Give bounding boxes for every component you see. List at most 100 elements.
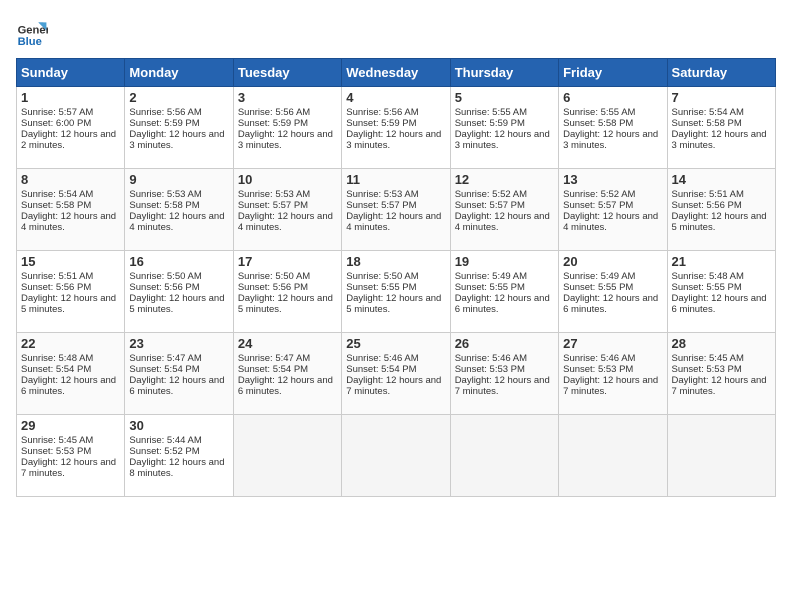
sunset-text: Sunset: 5:57 PM — [238, 200, 308, 211]
sunrise-text: Sunrise: 5:47 AM — [129, 353, 201, 364]
sunrise-text: Sunrise: 5:46 AM — [455, 353, 527, 364]
header: General Blue — [16, 16, 776, 48]
sunset-text: Sunset: 5:59 PM — [238, 118, 308, 129]
calendar-cell: 13Sunrise: 5:52 AMSunset: 5:57 PMDayligh… — [559, 169, 667, 251]
day-number: 5 — [455, 90, 554, 105]
sunset-text: Sunset: 5:54 PM — [346, 364, 416, 375]
svg-text:Blue: Blue — [18, 36, 42, 48]
calendar-cell: 4Sunrise: 5:56 AMSunset: 5:59 PMDaylight… — [342, 87, 450, 169]
sunset-text: Sunset: 5:59 PM — [129, 118, 199, 129]
sunrise-text: Sunrise: 5:50 AM — [129, 271, 201, 282]
header-friday: Friday — [559, 59, 667, 87]
calendar-cell: 26Sunrise: 5:46 AMSunset: 5:53 PMDayligh… — [450, 333, 558, 415]
sunset-text: Sunset: 5:59 PM — [455, 118, 525, 129]
calendar-cell: 27Sunrise: 5:46 AMSunset: 5:53 PMDayligh… — [559, 333, 667, 415]
day-number: 17 — [238, 254, 337, 269]
calendar-cell: 30 Sunrise: 5:44 AMSunset: 5:52 PMDayligh… — [125, 415, 233, 497]
sunrise-text: Sunrise: 5:53 AM — [346, 189, 418, 200]
sunset-text: Sunset: 5:58 PM — [129, 200, 199, 211]
daylight-text: Daylight: 12 hours and 2 minutes. — [21, 129, 116, 151]
sunrise-text: Sunrise: 5:45 AM — [672, 353, 744, 364]
day-number: 30 — [129, 418, 228, 433]
calendar-cell: 18Sunrise: 5:50 AMSunset: 5:55 PMDayligh… — [342, 251, 450, 333]
calendar-cell: 24Sunrise: 5:47 AMSunset: 5:54 PMDayligh… — [233, 333, 341, 415]
sunrise-text: Sunrise: 5:55 AM — [455, 107, 527, 118]
sunset-text: Sunset: 5:54 PM — [129, 364, 199, 375]
calendar-cell: 16Sunrise: 5:50 AMSunset: 5:56 PMDayligh… — [125, 251, 233, 333]
daylight-text: Daylight: 12 hours and 6 minutes. — [455, 293, 550, 315]
daylight-text: Daylight: 12 hours and 4 minutes. — [346, 211, 441, 233]
sunrise-text: Sunrise: 5:47 AM — [238, 353, 310, 364]
calendar-week-4: 22Sunrise: 5:48 AMSunset: 5:54 PMDayligh… — [17, 333, 776, 415]
day-number: 8 — [21, 172, 120, 187]
daylight-text: Daylight: 12 hours and 4 minutes. — [21, 211, 116, 233]
header-saturday: Saturday — [667, 59, 775, 87]
logo: General Blue — [16, 16, 48, 48]
day-number: 6 — [563, 90, 662, 105]
calendar-cell: 14Sunrise: 5:51 AMSunset: 5:56 PMDayligh… — [667, 169, 775, 251]
sunset-text: Sunset: 5:56 PM — [129, 282, 199, 293]
sunset-text: Sunset: 5:58 PM — [563, 118, 633, 129]
sunrise-text: Sunrise: 5:56 AM — [346, 107, 418, 118]
sunset-text: Sunset: 5:55 PM — [455, 282, 525, 293]
day-number: 27 — [563, 336, 662, 351]
sunrise-text: Sunrise: 5:52 AM — [563, 189, 635, 200]
calendar-week-5: 29Sunrise: 5:45 AMSunset: 5:53 PMDayligh… — [17, 415, 776, 497]
daylight-text: Daylight: 12 hours and 4 minutes. — [455, 211, 550, 233]
daylight-text: Daylight: 12 hours and 7 minutes. — [21, 457, 116, 479]
sunrise-text: Sunrise: 5:52 AM — [455, 189, 527, 200]
sunrise-text: Sunrise: 5:49 AM — [563, 271, 635, 282]
calendar-cell: 11Sunrise: 5:53 AMSunset: 5:57 PMDayligh… — [342, 169, 450, 251]
sunset-text: Sunset: 5:57 PM — [563, 200, 633, 211]
sunset-text: Sunset: 5:53 PM — [563, 364, 633, 375]
sunset-text: Sunset: 5:53 PM — [21, 446, 91, 457]
calendar-cell: 2Sunrise: 5:56 AMSunset: 5:59 PMDaylight… — [125, 87, 233, 169]
calendar-cell: 23 Sunrise: 5:47 AMSunset: 5:54 PMDayligh… — [125, 333, 233, 415]
daylight-text: Daylight: 12 hours and 7 minutes. — [455, 375, 550, 397]
calendar-cell: 17Sunrise: 5:50 AMSunset: 5:56 PMDayligh… — [233, 251, 341, 333]
calendar-cell — [667, 415, 775, 497]
sunset-text: Sunset: 5:52 PM — [129, 446, 199, 457]
sunrise-text: Sunrise: 5:44 AM — [129, 435, 201, 446]
daylight-text: Daylight: 12 hours and 7 minutes. — [563, 375, 658, 397]
day-number: 16 — [129, 254, 228, 269]
sunset-text: Sunset: 5:58 PM — [672, 118, 742, 129]
sunset-text: Sunset: 6:00 PM — [21, 118, 91, 129]
daylight-text: Daylight: 12 hours and 8 minutes. — [129, 457, 224, 479]
day-number: 25 — [346, 336, 445, 351]
calendar-cell — [450, 415, 558, 497]
sunrise-text: Sunrise: 5:48 AM — [672, 271, 744, 282]
sunset-text: Sunset: 5:57 PM — [455, 200, 525, 211]
daylight-text: Daylight: 12 hours and 3 minutes. — [238, 129, 333, 151]
logo-icon: General Blue — [16, 16, 48, 48]
calendar-cell: 28Sunrise: 5:45 AMSunset: 5:53 PMDayligh… — [667, 333, 775, 415]
sunset-text: Sunset: 5:56 PM — [21, 282, 91, 293]
header-tuesday: Tuesday — [233, 59, 341, 87]
calendar-cell — [342, 415, 450, 497]
day-number: 7 — [672, 90, 771, 105]
sunrise-text: Sunrise: 5:46 AM — [346, 353, 418, 364]
day-number: 26 — [455, 336, 554, 351]
sunrise-text: Sunrise: 5:56 AM — [238, 107, 310, 118]
calendar-week-3: 15Sunrise: 5:51 AMSunset: 5:56 PMDayligh… — [17, 251, 776, 333]
calendar-cell: 5Sunrise: 5:55 AMSunset: 5:59 PMDaylight… — [450, 87, 558, 169]
daylight-text: Daylight: 12 hours and 4 minutes. — [129, 211, 224, 233]
sunrise-text: Sunrise: 5:50 AM — [238, 271, 310, 282]
day-number: 15 — [21, 254, 120, 269]
daylight-text: Daylight: 12 hours and 6 minutes. — [238, 375, 333, 397]
day-number: 14 — [672, 172, 771, 187]
sunset-text: Sunset: 5:54 PM — [21, 364, 91, 375]
day-number: 23 — [129, 336, 228, 351]
sunset-text: Sunset: 5:56 PM — [238, 282, 308, 293]
day-number: 24 — [238, 336, 337, 351]
daylight-text: Daylight: 12 hours and 6 minutes. — [129, 375, 224, 397]
day-number: 1 — [21, 90, 120, 105]
sunset-text: Sunset: 5:53 PM — [672, 364, 742, 375]
calendar-cell: 20Sunrise: 5:49 AMSunset: 5:55 PMDayligh… — [559, 251, 667, 333]
calendar-cell: 29Sunrise: 5:45 AMSunset: 5:53 PMDayligh… — [17, 415, 125, 497]
sunset-text: Sunset: 5:58 PM — [21, 200, 91, 211]
day-number: 3 — [238, 90, 337, 105]
calendar-cell: 8Sunrise: 5:54 AMSunset: 5:58 PMDaylight… — [17, 169, 125, 251]
daylight-text: Daylight: 12 hours and 6 minutes. — [563, 293, 658, 315]
calendar-week-2: 8Sunrise: 5:54 AMSunset: 5:58 PMDaylight… — [17, 169, 776, 251]
